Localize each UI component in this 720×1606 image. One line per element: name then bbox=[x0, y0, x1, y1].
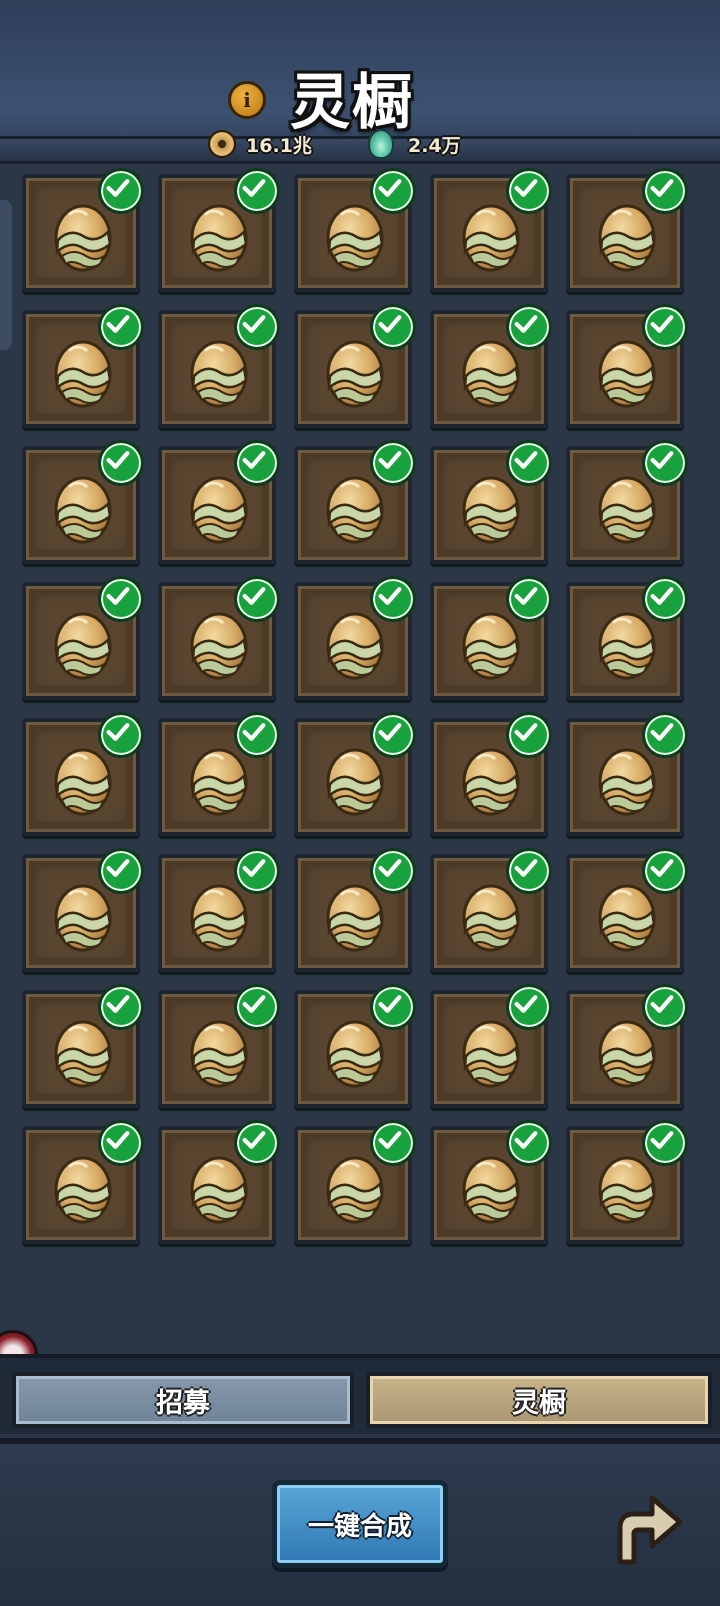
side-drawer-handle[interactable] bbox=[0, 200, 12, 350]
item-slot[interactable] bbox=[22, 304, 144, 428]
item-slot[interactable] bbox=[158, 168, 280, 292]
checkmark-icon bbox=[370, 304, 416, 350]
checkmark-icon bbox=[98, 440, 144, 486]
item-slot[interactable] bbox=[430, 168, 552, 292]
item-slot[interactable] bbox=[430, 848, 552, 972]
copper-coin-icon bbox=[208, 130, 236, 158]
checkmark-icon bbox=[506, 984, 552, 1030]
item-slot[interactable] bbox=[294, 848, 416, 972]
copper-currency: 16.1兆 bbox=[208, 130, 312, 158]
checkmark-icon bbox=[642, 712, 688, 758]
checkmark-icon bbox=[234, 576, 280, 622]
item-slot[interactable] bbox=[294, 712, 416, 836]
item-slot[interactable] bbox=[566, 984, 688, 1108]
item-slot[interactable] bbox=[294, 984, 416, 1108]
checkmark-icon bbox=[370, 576, 416, 622]
item-slot[interactable] bbox=[22, 576, 144, 700]
item-slot[interactable] bbox=[158, 576, 280, 700]
item-slot[interactable] bbox=[566, 1120, 688, 1244]
tab-bar: 招募 灵橱 bbox=[0, 1354, 720, 1434]
checkmark-icon bbox=[98, 984, 144, 1030]
item-slot[interactable] bbox=[430, 576, 552, 700]
item-slot[interactable] bbox=[566, 576, 688, 700]
item-slot[interactable] bbox=[158, 304, 280, 428]
item-slot[interactable] bbox=[158, 712, 280, 836]
checkmark-icon bbox=[98, 712, 144, 758]
checkmark-icon bbox=[98, 1120, 144, 1166]
checkmark-icon bbox=[506, 168, 552, 214]
item-slot[interactable] bbox=[430, 440, 552, 564]
item-slot[interactable] bbox=[22, 1120, 144, 1244]
item-slot[interactable] bbox=[566, 440, 688, 564]
checkmark-icon bbox=[370, 848, 416, 894]
item-slot[interactable] bbox=[294, 168, 416, 292]
item-slot[interactable] bbox=[294, 304, 416, 428]
checkmark-icon bbox=[506, 1120, 552, 1166]
checkmark-icon bbox=[642, 440, 688, 486]
item-slot[interactable] bbox=[430, 1120, 552, 1244]
item-slot[interactable] bbox=[566, 168, 688, 292]
checkmark-icon bbox=[234, 1120, 280, 1166]
item-slot[interactable] bbox=[158, 984, 280, 1108]
checkmark-icon bbox=[370, 440, 416, 486]
checkmark-icon bbox=[370, 1120, 416, 1166]
tab-cabinet[interactable]: 灵橱 bbox=[366, 1372, 712, 1428]
spirit-currency: 2.4万 bbox=[368, 129, 461, 159]
item-slot[interactable] bbox=[22, 984, 144, 1108]
checkmark-icon bbox=[98, 848, 144, 894]
checkmark-icon bbox=[506, 576, 552, 622]
item-slot[interactable] bbox=[294, 1120, 416, 1244]
item-slot[interactable] bbox=[22, 712, 144, 836]
checkmark-icon bbox=[642, 576, 688, 622]
item-grid bbox=[22, 168, 702, 1284]
item-slot[interactable] bbox=[294, 576, 416, 700]
header-rim bbox=[0, 136, 720, 161]
checkmark-icon bbox=[370, 168, 416, 214]
checkmark-icon bbox=[370, 712, 416, 758]
checkmark-icon bbox=[234, 168, 280, 214]
checkmark-icon bbox=[234, 848, 280, 894]
checkmark-icon bbox=[234, 712, 280, 758]
checkmark-icon bbox=[506, 440, 552, 486]
checkmark-icon bbox=[642, 304, 688, 350]
checkmark-icon bbox=[98, 576, 144, 622]
checkmark-icon bbox=[506, 848, 552, 894]
item-slot[interactable] bbox=[158, 440, 280, 564]
item-slot[interactable] bbox=[566, 848, 688, 972]
checkmark-icon bbox=[506, 304, 552, 350]
spirit-amount: 2.4万 bbox=[408, 134, 461, 157]
copper-amount: 16.1兆 bbox=[246, 134, 312, 157]
tab-recruit[interactable]: 招募 bbox=[12, 1372, 354, 1428]
item-slot[interactable] bbox=[22, 168, 144, 292]
checkmark-icon bbox=[506, 712, 552, 758]
checkmark-icon bbox=[234, 984, 280, 1030]
item-slot[interactable] bbox=[430, 984, 552, 1108]
item-slot[interactable] bbox=[158, 848, 280, 972]
checkmark-icon bbox=[98, 304, 144, 350]
compose-all-button[interactable]: 一键合成 bbox=[272, 1480, 448, 1568]
checkmark-icon bbox=[642, 1120, 688, 1166]
return-arrow-icon[interactable] bbox=[598, 1484, 684, 1570]
info-icon[interactable]: i bbox=[228, 81, 266, 119]
checkmark-icon bbox=[98, 168, 144, 214]
item-slot[interactable] bbox=[566, 304, 688, 428]
checkmark-icon bbox=[642, 984, 688, 1030]
item-slot[interactable] bbox=[22, 848, 144, 972]
item-slot[interactable] bbox=[566, 712, 688, 836]
item-slot[interactable] bbox=[294, 440, 416, 564]
item-slot[interactable] bbox=[22, 440, 144, 564]
checkmark-icon bbox=[642, 848, 688, 894]
page-title: 灵橱 bbox=[290, 68, 414, 138]
checkmark-icon bbox=[370, 984, 416, 1030]
spirit-flame-icon bbox=[368, 129, 394, 159]
checkmark-icon bbox=[234, 440, 280, 486]
checkmark-icon bbox=[642, 168, 688, 214]
checkmark-icon bbox=[234, 304, 280, 350]
item-slot[interactable] bbox=[430, 304, 552, 428]
item-slot[interactable] bbox=[430, 712, 552, 836]
item-slot[interactable] bbox=[158, 1120, 280, 1244]
